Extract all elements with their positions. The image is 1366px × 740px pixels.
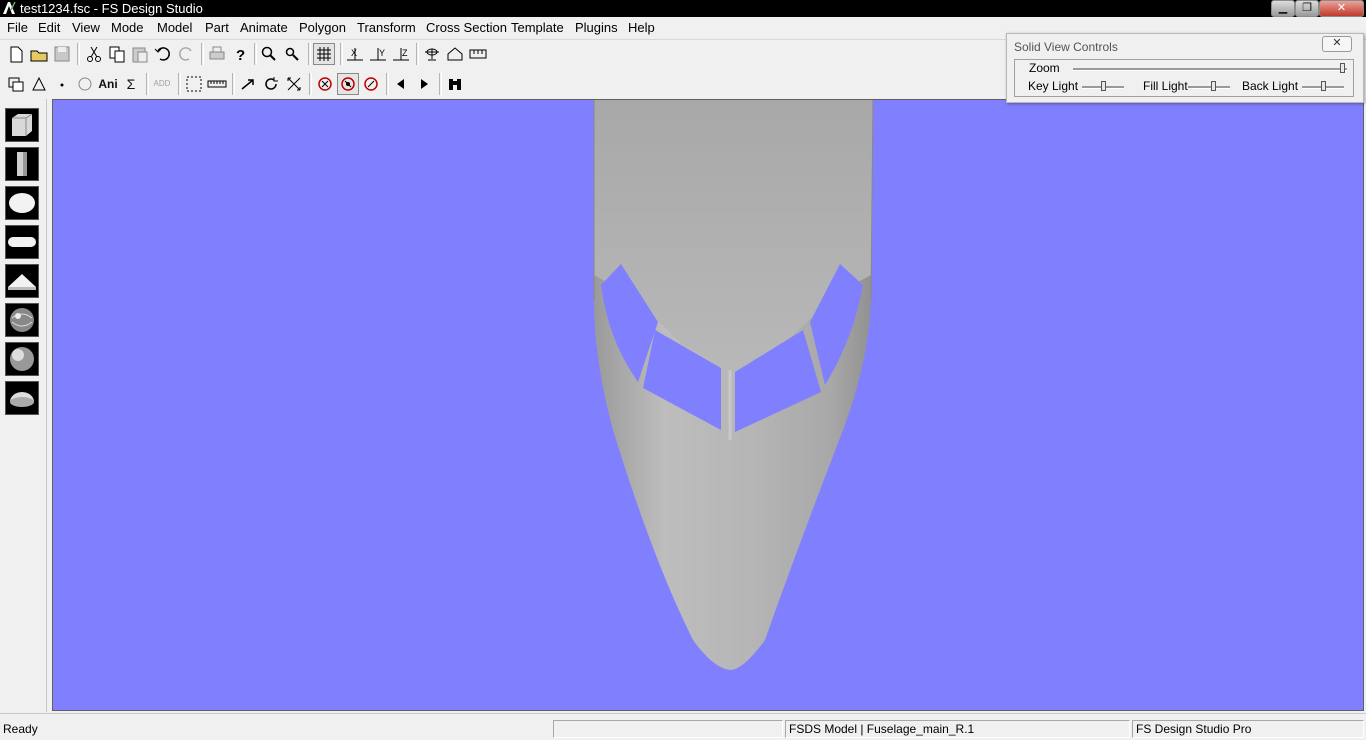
select-box-icon[interactable] <box>183 73 205 95</box>
add-label[interactable]: ADD <box>151 73 173 95</box>
menu-edit[interactable]: Edit <box>38 20 60 36</box>
fill-light-slider[interactable] <box>1211 81 1217 91</box>
zoom-slider[interactable] <box>1339 63 1345 73</box>
binoculars-icon[interactable] <box>444 73 466 95</box>
cancel-icon[interactable] <box>314 73 336 95</box>
menu-mode[interactable]: Mode <box>111 20 144 36</box>
flip-x-icon[interactable]: X <box>344 43 366 65</box>
back-light-slider[interactable] <box>1321 81 1326 91</box>
menu-transform[interactable]: Transform <box>357 20 416 36</box>
grid-icon[interactable] <box>313 43 335 65</box>
status-empty-pane <box>553 720 783 738</box>
ruler-icon[interactable] <box>206 73 228 95</box>
sphere-shape-icon[interactable] <box>5 186 39 220</box>
shaded-sphere-icon[interactable] <box>5 342 39 376</box>
flip-z-icon[interactable]: Z <box>390 43 412 65</box>
print-icon[interactable] <box>206 43 228 65</box>
status-bar: Ready FSDS Model | Fuselage_main_R.1 FS … <box>0 713 1366 740</box>
prev-icon[interactable] <box>390 73 412 95</box>
zoom-slider-track <box>1073 68 1347 71</box>
main-toolbar: ? X Y Z <box>0 40 1000 68</box>
menu-polygon[interactable]: Polygon <box>299 20 346 36</box>
measure-icon[interactable] <box>467 43 489 65</box>
undo-icon[interactable] <box>152 43 174 65</box>
menu-view[interactable]: View <box>72 20 100 36</box>
window-title: test1234.fsc - FS Design Studio <box>20 1 203 16</box>
menu-template[interactable]: Template <box>511 20 564 36</box>
svc-frame: Zoom Key Light Fill Light Back Light <box>1014 59 1354 97</box>
svc-title: Solid View Controls <box>1014 40 1118 54</box>
box-shape-icon[interactable] <box>5 108 39 142</box>
cylinder-shape-icon[interactable] <box>5 147 39 181</box>
cut-icon[interactable] <box>83 43 105 65</box>
svg-text:X: X <box>351 48 357 58</box>
redo-icon[interactable] <box>175 43 197 65</box>
menu-file[interactable]: File <box>7 20 28 36</box>
zoom-out-icon[interactable] <box>281 43 303 65</box>
cone-shape-icon[interactable] <box>5 264 39 298</box>
zoom-label: Zoom <box>1029 61 1060 75</box>
svg-text:Z: Z <box>402 48 408 58</box>
rotate-icon[interactable] <box>260 73 282 95</box>
triangle-icon[interactable] <box>28 73 50 95</box>
key-light-slider[interactable] <box>1101 81 1106 91</box>
status-product: FS Design Studio Pro <box>1132 720 1364 738</box>
status-ready: Ready <box>3 722 38 736</box>
status-model: FSDS Model | Fuselage_main_R.1 <box>785 720 1130 738</box>
open-icon[interactable] <box>28 43 50 65</box>
zoom-in-icon[interactable] <box>258 43 280 65</box>
minimize-button[interactable]: ▁ <box>1271 0 1295 17</box>
svc-close-button[interactable]: ✕ <box>1322 36 1352 52</box>
cancel-slash-icon[interactable] <box>360 73 382 95</box>
menu-cross-section[interactable]: Cross Section <box>426 20 507 36</box>
circle-icon[interactable] <box>74 73 96 95</box>
solid-view-controls: Solid View Controls ✕ Zoom Key Light Fil… <box>1006 33 1364 103</box>
app-icon <box>3 1 16 14</box>
title-bar: test1234.fsc - FS Design Studio ▁ ❐ ✕ <box>0 0 1366 17</box>
svg-text:Y: Y <box>379 48 385 58</box>
close-button[interactable]: ✕ <box>1319 0 1364 17</box>
copy-poly-icon[interactable] <box>5 73 27 95</box>
ani-label[interactable]: Ani <box>97 73 119 95</box>
home-icon[interactable] <box>444 43 466 65</box>
solid-viewport[interactable] <box>52 99 1364 711</box>
svg-text:?: ? <box>236 47 245 64</box>
menu-plugins[interactable]: Plugins <box>575 20 618 36</box>
fill-light-track <box>1188 86 1230 89</box>
menu-help[interactable]: Help <box>628 20 655 36</box>
half-sphere-icon[interactable] <box>5 381 39 415</box>
edit-toolbar: Ani Σ ADD <box>0 70 1000 98</box>
save-icon[interactable] <box>51 43 73 65</box>
point-icon[interactable] <box>51 73 73 95</box>
maximize-button[interactable]: ❐ <box>1295 0 1319 17</box>
menu-animate[interactable]: Animate <box>240 20 288 36</box>
capsule-shape-icon[interactable] <box>5 225 39 259</box>
fuselage-model <box>593 100 874 670</box>
paste-icon[interactable] <box>129 43 151 65</box>
fill-light-label: Fill Light <box>1143 79 1188 93</box>
menu-model[interactable]: Model <box>157 20 192 36</box>
flip-y-icon[interactable]: Y <box>367 43 389 65</box>
next-icon[interactable] <box>413 73 435 95</box>
cancel-pressed-icon[interactable] <box>337 73 359 95</box>
help-icon[interactable]: ? <box>229 43 251 65</box>
back-light-label: Back Light <box>1242 79 1299 93</box>
shape-toolbox <box>0 99 47 712</box>
sigma-icon[interactable]: Σ <box>120 73 142 95</box>
menu-part[interactable]: Part <box>205 20 229 36</box>
balance-icon[interactable] <box>421 43 443 65</box>
scale-icon[interactable] <box>283 73 305 95</box>
new-icon[interactable] <box>5 43 27 65</box>
textured-sphere-icon[interactable] <box>5 303 39 337</box>
copy-icon[interactable] <box>106 43 128 65</box>
key-light-label: Key Light <box>1028 79 1079 93</box>
arrow-icon[interactable] <box>237 73 259 95</box>
